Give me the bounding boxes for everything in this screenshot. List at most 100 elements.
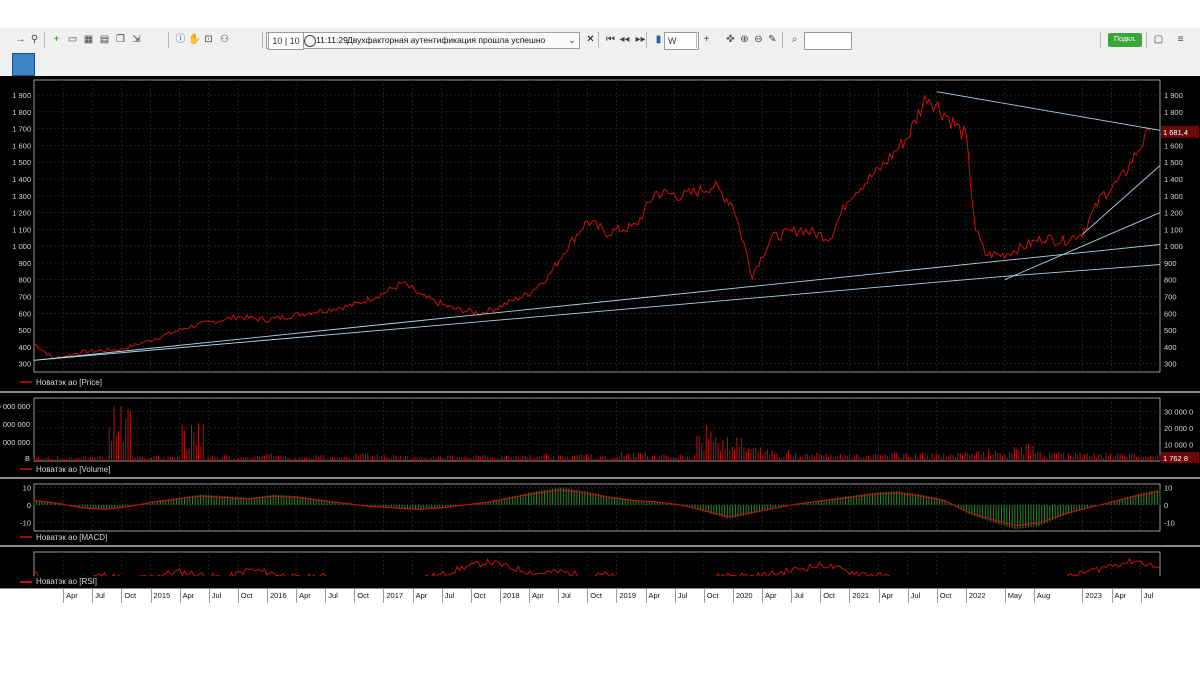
price-tick-right: 1 400 [1164,175,1183,184]
time-axis-label: 2021 [852,591,870,600]
message-text: Двухфакторная аутентификация прошла успе… [347,35,546,45]
crosshair-icon[interactable]: ✜ [724,32,737,48]
volume-marker: 1 762 8 [1163,454,1188,463]
macd-tick-right: 0 [1164,501,1168,510]
interval-select[interactable]: W [664,32,699,50]
price-tick-right: 400 [1164,343,1177,352]
volume-legend: Новатэк ао [Volume] [36,465,110,474]
time-axis-tick [267,589,268,603]
volume-tick-left: 000 000 [3,438,30,447]
price-tick-left: 1 300 [12,192,31,201]
message-counter[interactable]: 10 | 10 [268,32,304,50]
price-tick-left: 1 800 [12,108,31,117]
time-axis-tick [92,589,94,603]
price-tick-right: 800 [1164,276,1177,285]
time-axis-label: Jul [95,591,105,600]
time-axis-label: Apr [648,591,661,600]
back-icon[interactable]: ◂◂ [618,32,631,48]
people-icon[interactable]: ⚇ [218,32,231,48]
add-icon[interactable]: + [50,32,63,48]
toolbar-separator [598,32,599,48]
arrow-icon[interactable]: → [14,32,27,48]
zoom-in-icon[interactable]: ⊕ [738,32,751,48]
time-axis-label: Apr [765,591,777,600]
volume-tick-left: 0 000 000 [0,402,30,411]
copy-icon[interactable]: ❐ [114,32,127,48]
chat-icon[interactable]: ▢ [1152,32,1165,48]
chart-svg[interactable]: 300 300 400 400 500 500 600 600 700 700 800 800 900 9… [0,76,1200,605]
price-tick-left: 1 100 [12,225,31,234]
time-axis-label: Aug [1036,591,1051,600]
rewind-icon[interactable]: ⏮ [604,32,617,48]
time-axis-label: Oct [706,591,719,600]
time-axis-label: Oct [240,591,253,600]
chart-thumbnail[interactable] [12,53,35,76]
toolbar-separator [262,32,263,48]
export-icon[interactable]: ⇲ [130,32,143,48]
zoom-out-icon[interactable]: ⊖ [752,32,765,48]
time-axis-tick [820,589,822,603]
time-axis-tick [470,589,472,603]
macd-tick-left: -10 [20,518,31,527]
time-axis-label: Apr [66,591,78,600]
price-tick-right: 1 100 [1164,225,1183,234]
price-tick-right: 900 [1164,259,1177,268]
chart-area[interactable]: 300 300 400 400 500 500 600 600 700 700 800 800 900 9… [0,76,1200,605]
time-axis-label: 2015 [153,591,171,600]
trend-line [33,244,1161,361]
price-tick-right: 500 [1164,326,1177,335]
hand-icon[interactable]: ✋ [188,32,201,48]
link-icon[interactable]: ⚲ [28,32,41,48]
pencil-icon[interactable]: ✎ [766,32,779,48]
search-input[interactable] [804,32,852,50]
time-axis-label: Oct [939,591,952,600]
price-tick-left: 1 600 [12,141,31,150]
menu-icon[interactable]: ≡ [1174,32,1187,48]
volume-tick-right: 10 000 0 [1164,440,1193,449]
time-axis-tick [1140,589,1142,603]
price-tick-right: 1 300 [1164,192,1183,201]
time-axis-tick [587,589,589,603]
time-axis-tick [1004,589,1006,603]
bar-chart-icon[interactable]: ▮ [652,32,665,48]
time-axis-tick [907,589,909,603]
window-icon[interactable]: ▭ [66,32,79,48]
search-icon[interactable]: ⌕ [788,32,801,48]
time-axis-tick [791,589,793,603]
time-axis-tick [1082,589,1084,603]
time-axis-label: 2016 [270,591,287,600]
lock-icon[interactable]: ⊡ [202,32,215,48]
time-axis-tick [121,589,123,603]
time-axis-label: Jul [328,591,338,600]
rsi-legend: Новатэк ао [RSI] [36,577,98,586]
time-axis-tick [703,589,705,603]
plus-icon[interactable]: + [700,32,713,48]
close-icon[interactable]: ✕ [584,32,597,48]
time-axis-tick [208,589,210,603]
time-axis-tick [412,589,414,603]
price-tick-left: 1 500 [12,158,31,167]
table-icon[interactable]: ▦ [82,32,95,48]
trend-line [936,91,1161,131]
info-icon[interactable]: ⓘ [174,32,187,48]
price-tick-left: 1 700 [12,125,31,134]
time-axis-tick [878,589,880,603]
price-tick-right: 1 500 [1164,158,1183,167]
trend-line [33,264,1161,361]
connection-status-button[interactable]: Подкл. [1108,33,1142,47]
time-axis-tick [63,589,65,603]
time-axis-label: Jul [794,591,804,600]
price-tick-left: 500 [18,326,31,335]
main-toolbar: 10 | 10 11:11:29 Двухфакторная аутентифи… [0,28,1200,53]
macd-tick-right: -10 [1164,518,1175,527]
time-axis-label: Oct [823,591,835,600]
price-tick-left: 700 [18,292,31,301]
time-axis-label: 2023 [1085,591,1102,600]
legend-swatch [20,581,32,583]
toolbar-separator [782,32,783,48]
grid-icon[interactable]: ▤ [98,32,111,48]
time-axis-tick [1111,589,1113,603]
chevron-down-icon[interactable]: ⌄ [566,32,578,48]
time-axis-label: Apr [299,591,311,600]
price-tick-right: 700 [1164,292,1177,301]
